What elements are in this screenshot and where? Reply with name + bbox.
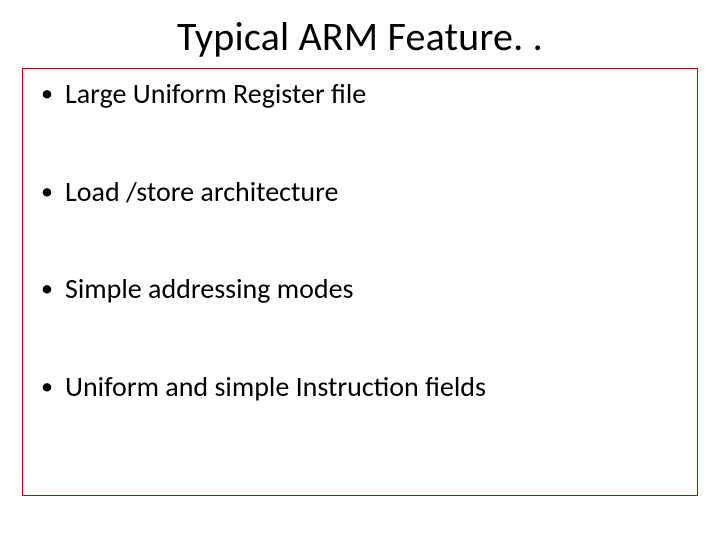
bullet-list: Large Uniform Register file Load /store … [41,77,679,403]
list-item: Simple addressing modes [41,272,679,306]
list-item: Load /store architecture [41,175,679,209]
slide: Typical ARM Feature. . Large Uniform Reg… [0,0,720,540]
content-box: Large Uniform Register file Load /store … [22,68,698,496]
list-item: Uniform and simple Instruction fields [41,370,679,404]
slide-title: Typical ARM Feature. . [0,12,720,61]
list-item: Large Uniform Register file [41,77,679,111]
